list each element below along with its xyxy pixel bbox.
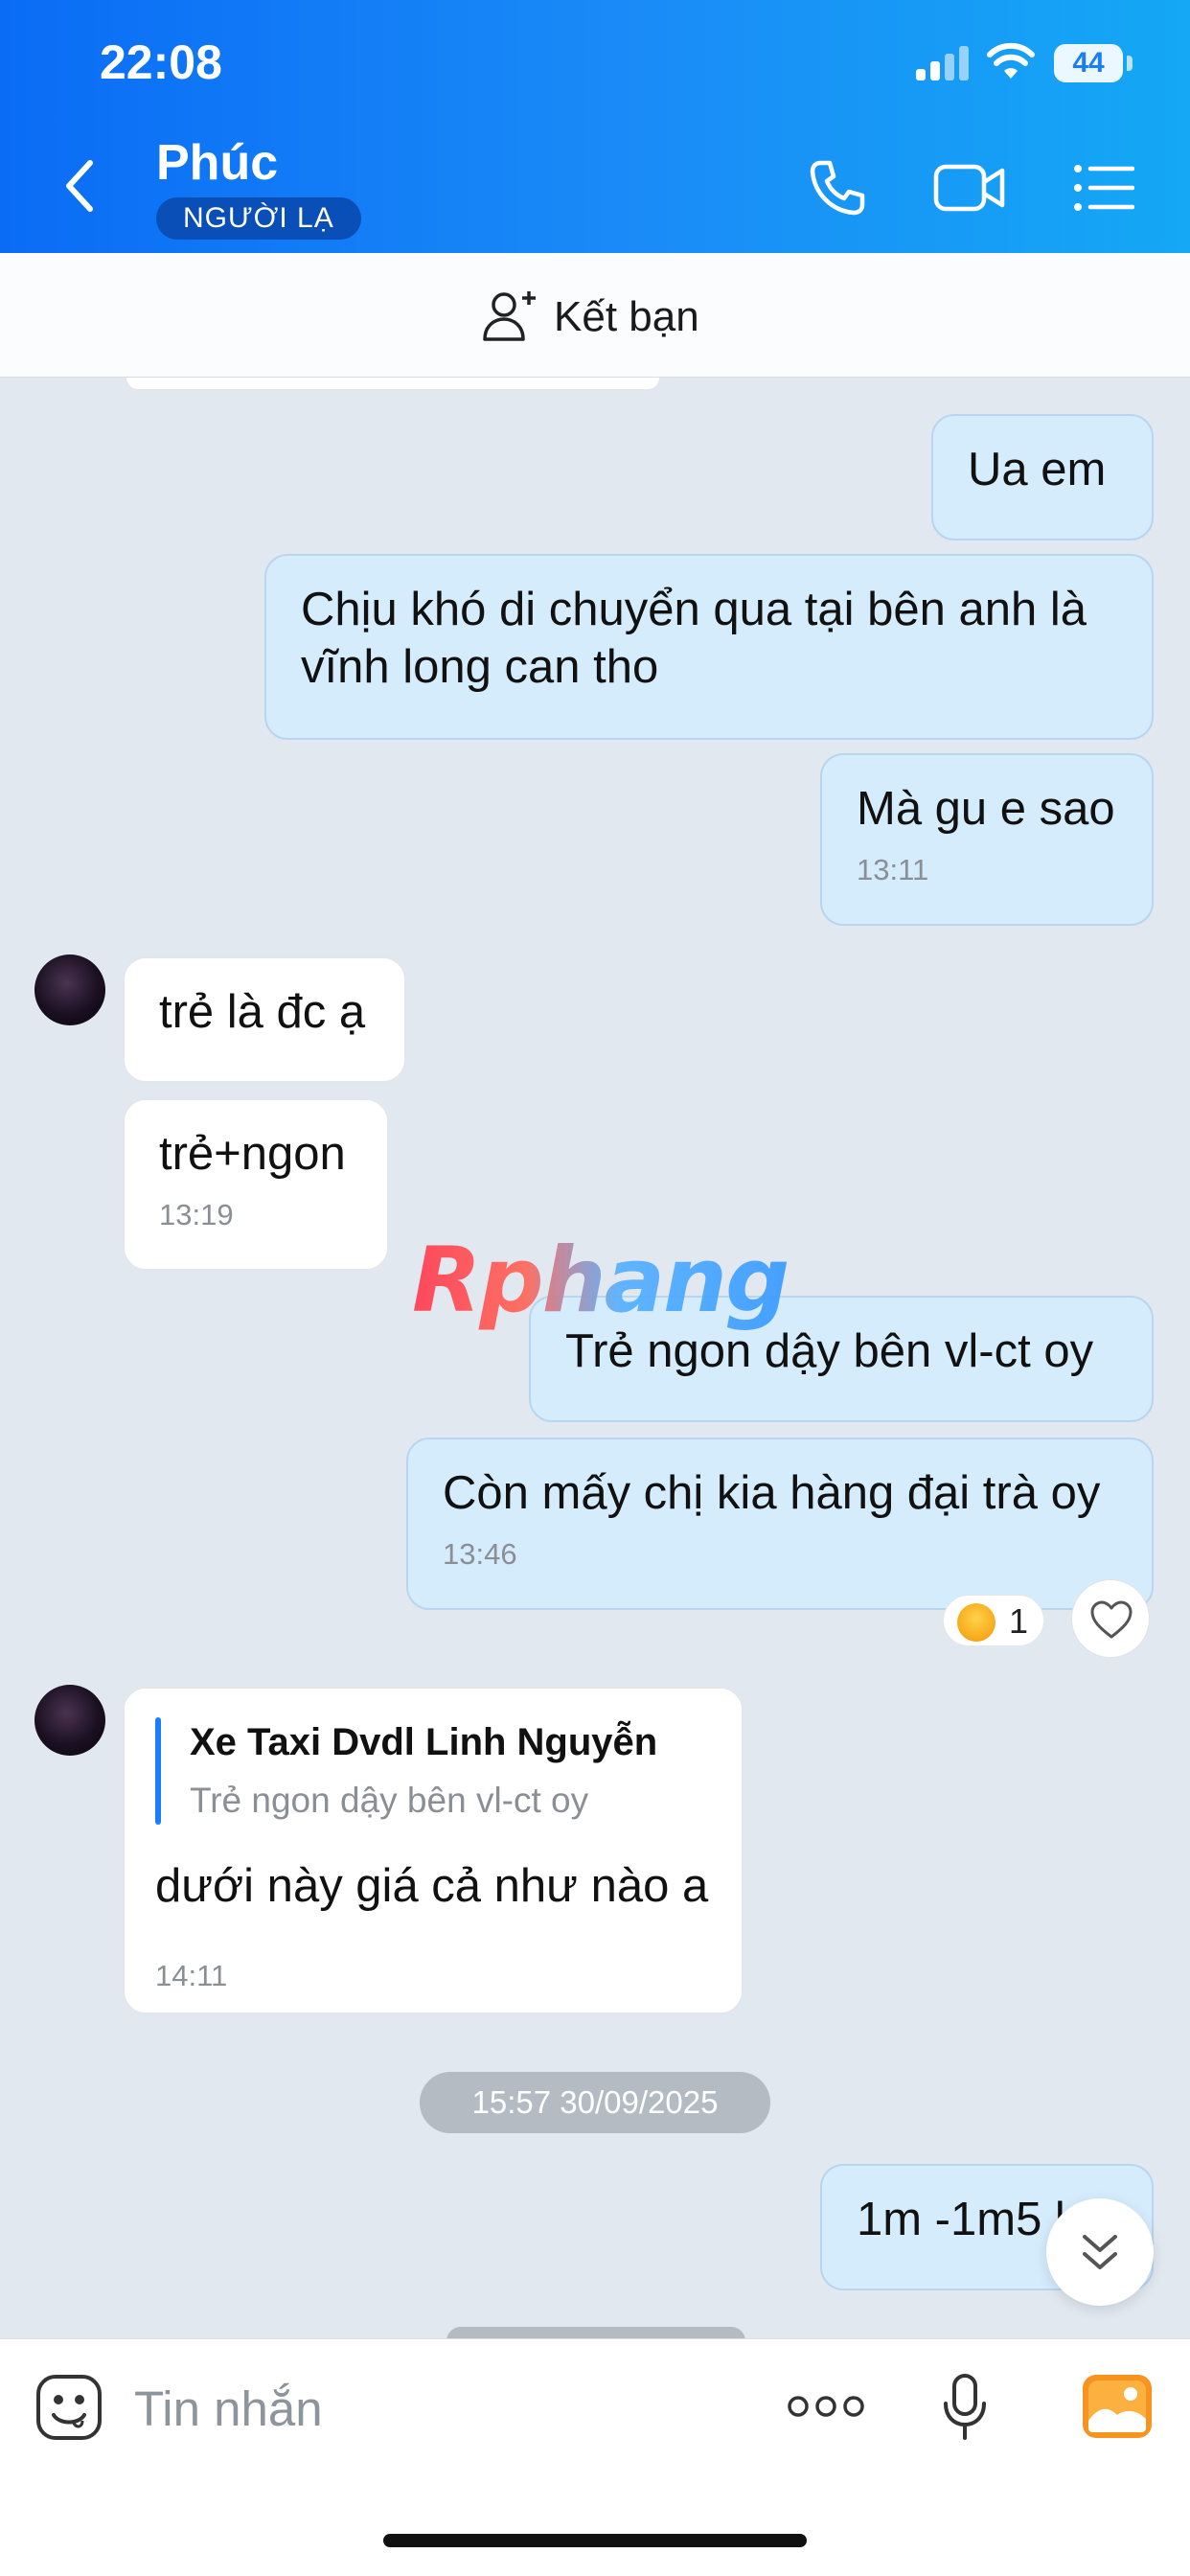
reaction-summary[interactable]: 1 (943, 1595, 1044, 1646)
menu-list-icon[interactable] (1073, 163, 1134, 213)
image-gallery-icon[interactable] (1081, 2373, 1154, 2440)
phone-call-icon[interactable] (807, 157, 868, 218)
message-bubble-outgoing[interactable]: Mà gu e sao 13:11 (820, 753, 1154, 926)
contact-avatar[interactable] (34, 1685, 105, 1756)
message-text: trẻ+ngon (159, 1128, 346, 1180)
message-bubble-incoming[interactable]: trẻ là đc ạ (123, 956, 406, 1083)
contact-name[interactable]: Phúc (156, 134, 278, 192)
heart-icon (1090, 1600, 1133, 1639)
message-bubble-outgoing[interactable]: Còn mấy chị kia hàng đại trà oy 13:46 (406, 1438, 1154, 1610)
message-time: 14:11 (155, 1959, 228, 1992)
stranger-badge: NGƯỜI LẠ (156, 197, 361, 240)
message-time: 13:19 (159, 1198, 234, 1231)
home-indicator (383, 2534, 807, 2547)
sticker-icon[interactable] (34, 2373, 103, 2442)
message-text: Còn mấy chị kia hàng đại trà oy (443, 1467, 1101, 1519)
battery-indicator: 44 (1054, 44, 1123, 82)
like-button[interactable] (1071, 1579, 1150, 1658)
message-time: 13:46 (443, 1537, 517, 1571)
add-friend-label[interactable]: Kết bạn (554, 293, 699, 341)
scroll-to-bottom-button[interactable] (1046, 2198, 1154, 2306)
quoted-sender: Xe Taxi Dvdl Linh Nguyễn (190, 1721, 658, 1763)
message-text: dưới này giá cả như nào a (155, 1860, 709, 1912)
message-bubble-incoming[interactable]: trẻ+ngon 13:19 (123, 1098, 389, 1271)
message-text: Ua em (968, 444, 1107, 495)
message-text: trẻ là đc ạ (159, 986, 366, 1038)
message-text: Trẻ ngon dậy bên vl-ct oy (565, 1325, 1094, 1377)
add-friend-icon (483, 291, 536, 341)
message-text: Chịu khó di chuyển qua tại bên anh là vĩ… (301, 584, 1087, 693)
reaction-count: 1 (1009, 1601, 1029, 1641)
message-time: 13:11 (857, 853, 929, 886)
battery-tip (1127, 56, 1133, 71)
quote-bar (155, 1717, 161, 1825)
message-text: Mà gu e sao (857, 783, 1115, 835)
video-call-icon[interactable] (933, 159, 1006, 217)
status-time: 22:08 (100, 35, 222, 89)
back-chevron-icon[interactable] (57, 157, 105, 215)
message-bubble-outgoing[interactable]: Ua em (931, 414, 1154, 540)
previous-message-edge (125, 378, 661, 391)
message-text: 1m -1m5 k (857, 2194, 1079, 2245)
quoted-message: Trẻ ngon dậy bên vl-ct oy (190, 1781, 589, 1820)
double-chevron-down-icon (1083, 2235, 1117, 2269)
contact-avatar[interactable] (34, 954, 105, 1025)
message-input[interactable] (134, 2375, 747, 2442)
date-separator: 15:57 30/09/2025 (420, 2072, 770, 2133)
more-options-icon[interactable] (786, 2392, 866, 2421)
microphone-icon[interactable] (941, 2373, 989, 2442)
cellular-signal-icon (916, 46, 970, 80)
laughing-emoji-icon (957, 1603, 995, 1642)
wifi-icon (987, 42, 1035, 79)
message-bubble-outgoing[interactable]: Chịu khó di chuyển qua tại bên anh là vĩ… (264, 554, 1154, 740)
watermark-logo: Rphang (412, 1229, 790, 1333)
